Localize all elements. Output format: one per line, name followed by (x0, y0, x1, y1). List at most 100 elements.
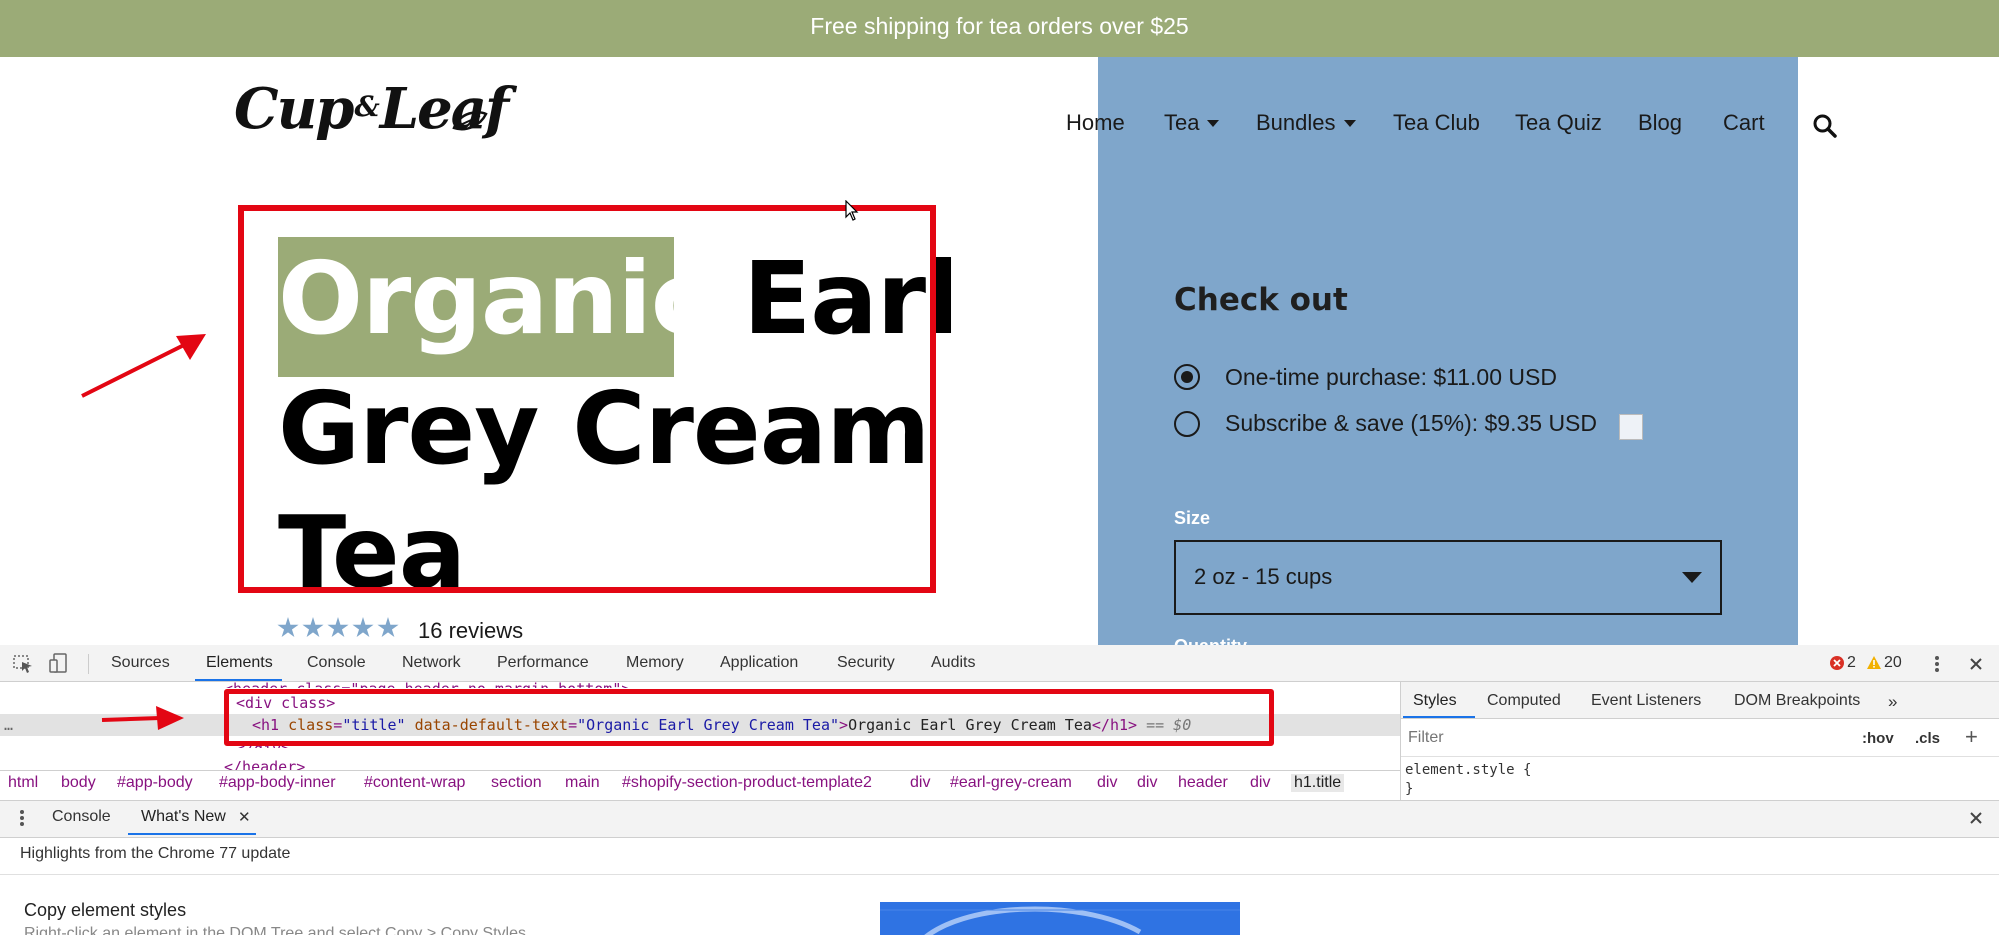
breadcrumb-item[interactable]: #app-body-inner (219, 774, 336, 792)
toolbar-divider (88, 654, 89, 674)
close-drawer-icon[interactable] (1968, 810, 1984, 826)
dom-header-close-tag: </header> (224, 758, 306, 770)
class-toggle[interactable]: .cls (1915, 730, 1940, 747)
breadcrumb-item[interactable]: main (565, 774, 600, 792)
feature-illustration (880, 902, 1240, 940)
dom-header-tag: <header class="page-header no-margin-bot… (224, 680, 630, 688)
star-icon (377, 617, 399, 638)
nav-tea[interactable]: Tea (1164, 110, 1220, 136)
warning-icon[interactable] (1866, 655, 1882, 670)
one-time-purchase-radio[interactable] (1174, 364, 1200, 390)
breadcrumb-item[interactable]: header (1178, 774, 1228, 792)
chevron-down-icon (1207, 120, 1220, 127)
breadcrumb-item[interactable]: body (61, 774, 96, 792)
subscribe-save-radio[interactable] (1174, 411, 1200, 437)
nav-bundles[interactable]: Bundles (1256, 110, 1356, 136)
close-icon[interactable] (1968, 656, 1984, 672)
active-tab-indicator (128, 833, 256, 835)
chevron-down-icon (1682, 572, 1702, 583)
warning-count[interactable]: 20 (1884, 654, 1902, 672)
size-select-value: 2 oz - 15 cups (1194, 564, 1333, 589)
star-icon (302, 617, 324, 638)
nav-cart[interactable]: Cart (1723, 110, 1765, 136)
feature-title[interactable]: Copy element styles (24, 900, 186, 921)
nav-blog[interactable]: Blog (1638, 110, 1682, 136)
styles-tab-event-listeners[interactable]: Event Listeners (1591, 692, 1701, 710)
star-icon (327, 617, 349, 638)
chevron-down-icon (1343, 120, 1356, 127)
breadcrumb-item[interactable]: div (1250, 774, 1270, 792)
star-icon (352, 617, 374, 638)
device-toolbar-icon[interactable] (48, 652, 70, 674)
divider (0, 874, 1999, 875)
devtools-tab-security[interactable]: Security (837, 654, 895, 672)
one-time-purchase-label[interactable]: One-time purchase: $11.00 USD (1225, 364, 1557, 391)
mouse-cursor-icon (845, 200, 859, 221)
breadcrumb-item[interactable]: #app-body (117, 774, 193, 792)
subscribe-save-label[interactable]: Subscribe & save (15%): $9.35 USD (1225, 410, 1597, 437)
nav-tea-club[interactable]: Tea Club (1393, 110, 1480, 136)
breadcrumb-item[interactable]: div (910, 774, 930, 792)
annotation-highlight-box (224, 689, 1274, 746)
breadcrumb-item[interactable]: #content-wrap (364, 774, 465, 792)
feature-description: Right-click an element in the DOM Tree a… (24, 925, 531, 935)
leaf-icon (452, 111, 488, 131)
nav-tea-quiz[interactable]: Tea Quiz (1515, 110, 1602, 136)
styles-tab-dom-breakpoints[interactable]: DOM Breakpoints (1734, 692, 1860, 710)
active-tab-indicator (1403, 716, 1475, 718)
drawer-menu-icon[interactable] (18, 808, 26, 828)
more-tabs-icon[interactable]: » (1888, 692, 1897, 712)
star-rating[interactable] (277, 617, 402, 644)
search-icon[interactable] (1812, 113, 1838, 139)
nav-home[interactable]: Home (1066, 110, 1125, 136)
illustration-graphic (880, 906, 1240, 940)
dom-line-header[interactable]: <header class="page-header no-margin-bot… (224, 680, 630, 688)
element-style-rule[interactable]: element.style { (1405, 762, 1531, 778)
breadcrumb-item[interactable]: #earl-grey-cream (950, 774, 1072, 792)
nav-bundles-label: Bundles (1256, 110, 1336, 135)
styles-tab-computed[interactable]: Computed (1487, 692, 1561, 710)
close-tab-icon[interactable]: ✕ (238, 808, 251, 826)
logo-text-leaf: Leaf (379, 76, 509, 142)
styles-filter-input[interactable] (1403, 724, 1853, 752)
devtools-tab-sources[interactable]: Sources (111, 654, 170, 672)
devtools-tab-console[interactable]: Console (307, 654, 366, 672)
checkout-title: Check out (1174, 282, 1348, 318)
annotation-arrow-icon (81, 334, 206, 398)
hover-state-toggle[interactable]: :hov (1862, 730, 1894, 747)
more-options-icon[interactable] (1932, 654, 1942, 674)
drawer-toolbar (0, 800, 1999, 838)
breadcrumb-item[interactable]: div (1097, 774, 1117, 792)
error-icon[interactable] (1829, 655, 1845, 671)
breadcrumb-item[interactable]: section (491, 774, 542, 792)
annotation-arrow-icon (101, 706, 184, 730)
dom-line-header-close[interactable]: </header> (224, 758, 305, 770)
devtools-tab-memory[interactable]: Memory (626, 654, 684, 672)
quantity-label: Quantity (1174, 636, 1247, 645)
whats-new-heading: Highlights from the Chrome 77 update (20, 845, 291, 862)
devtools-tab-application[interactable]: Application (720, 654, 798, 672)
devtools-toolbar (0, 645, 1999, 682)
new-style-rule-icon[interactable]: + (1965, 724, 1978, 750)
breadcrumb-item[interactable]: div (1137, 774, 1157, 792)
size-label: Size (1174, 508, 1211, 528)
breadcrumb-item[interactable]: html (8, 774, 38, 792)
drawer-tab-console[interactable]: Console (52, 808, 111, 826)
breadcrumb-item-selected[interactable]: h1.title (1291, 774, 1345, 792)
devtools-tab-elements[interactable]: Elements (206, 654, 273, 672)
error-count[interactable]: 2 (1847, 654, 1856, 672)
inspect-element-icon[interactable] (12, 654, 34, 674)
star-icon (277, 617, 299, 638)
reviews-count-link[interactable]: 16 reviews (418, 618, 523, 644)
styles-divider (1401, 756, 1999, 757)
announcement-bar: Free shipping for tea orders over $25 (0, 0, 1999, 57)
size-select[interactable]: 2 oz - 15 cups (1174, 540, 1722, 615)
drawer-tab-whats-new[interactable]: What's New (141, 808, 226, 826)
ellipsis-icon[interactable]: … (4, 716, 13, 734)
element-style-rule-close: } (1405, 781, 1414, 797)
devtools-tab-audits[interactable]: Audits (931, 654, 975, 672)
styles-tab-styles[interactable]: Styles (1413, 692, 1457, 710)
devtools-tab-performance[interactable]: Performance (497, 654, 589, 672)
breadcrumb-item[interactable]: #shopify-section-product-template2 (622, 774, 872, 792)
devtools-tab-network[interactable]: Network (402, 654, 461, 672)
